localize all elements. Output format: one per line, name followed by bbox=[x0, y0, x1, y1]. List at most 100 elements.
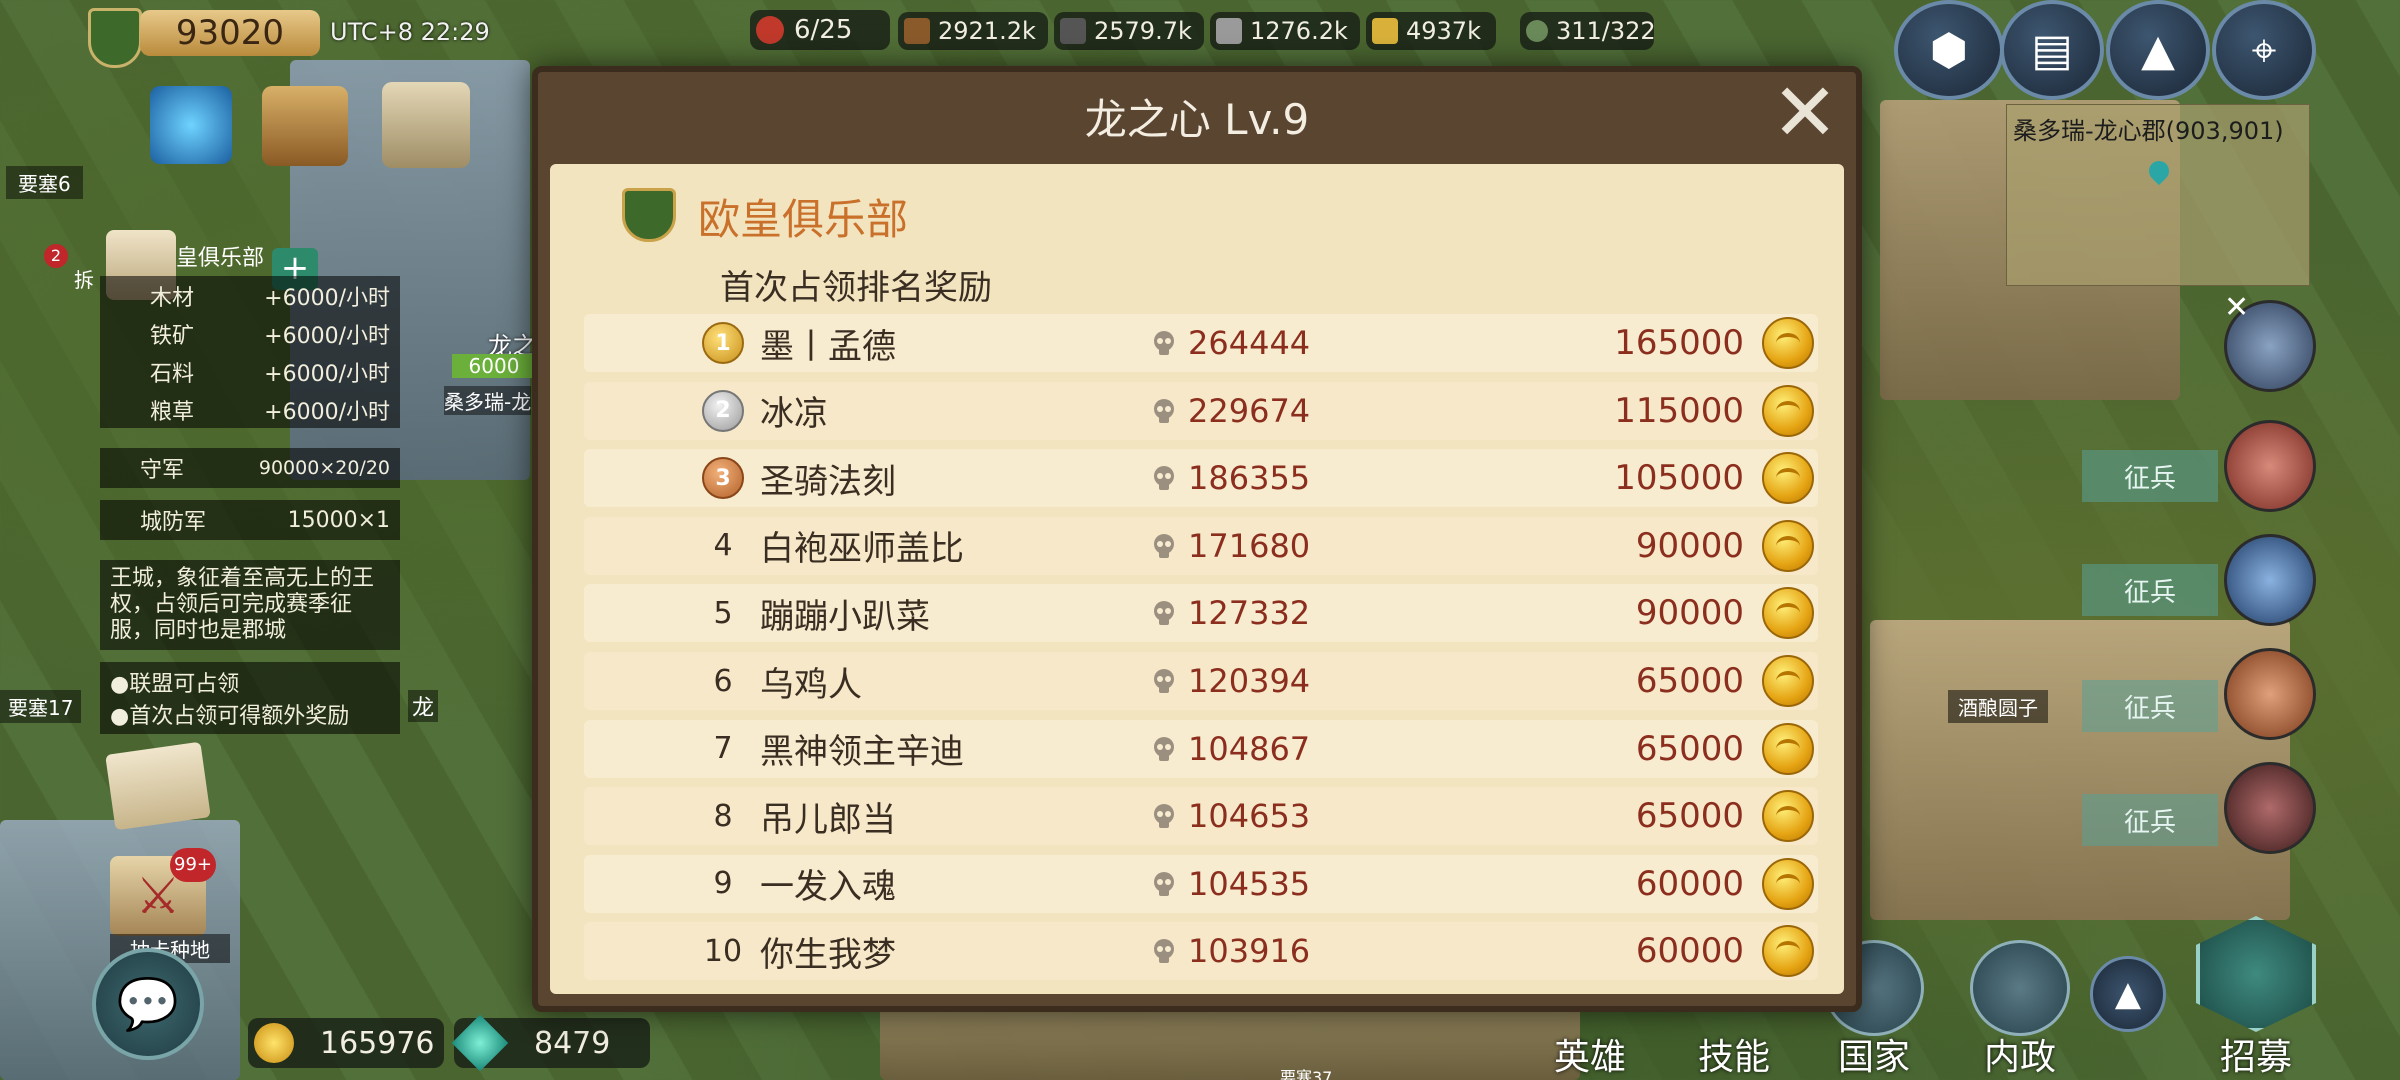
ranking-row[interactable]: 1 墨丨孟德 264444 165000 bbox=[584, 314, 1818, 372]
hero-portrait-3[interactable] bbox=[2224, 534, 2316, 626]
triangle-up-icon: ▲ bbox=[2141, 24, 2175, 76]
units-counter[interactable]: 311/322 bbox=[1520, 12, 1656, 50]
map-city-bar: 6000 bbox=[452, 354, 536, 378]
stone-counter[interactable]: 1276.2k bbox=[1210, 12, 1360, 50]
minimap[interactable]: 桑多瑞-龙心郡(903,901) bbox=[2006, 104, 2310, 286]
notice-board-icon[interactable] bbox=[382, 82, 470, 168]
ranking-row[interactable]: 6 乌鸡人 120394 65000 bbox=[584, 652, 1818, 710]
resource-row: 石料 +6000/小时 bbox=[100, 352, 400, 390]
reward-amount: 105000 bbox=[1614, 458, 1744, 499]
skull-icon bbox=[1154, 398, 1174, 423]
resource-row: 木材 +6000/小时 bbox=[100, 276, 400, 314]
resource-rate: +6000/小时 bbox=[264, 324, 390, 349]
gold-coin-icon bbox=[254, 1023, 294, 1063]
nav-label: 招募 bbox=[2219, 1037, 2292, 1078]
recruit-button[interactable]: 征兵 bbox=[2082, 564, 2218, 616]
hero-portrait-2[interactable] bbox=[2224, 420, 2316, 512]
ranking-row[interactable]: 9 一发入魂 104535 60000 bbox=[584, 854, 1818, 913]
player-emblem[interactable] bbox=[88, 8, 142, 68]
troops-counter[interactable]: 6/25 bbox=[750, 10, 890, 50]
ranking-subtitle: 首次占领排名奖励 bbox=[720, 268, 992, 308]
alliance-name: 欧皇俱乐部 bbox=[698, 195, 909, 244]
nav-label: 技能 bbox=[1697, 1037, 1770, 1078]
chat-button[interactable]: 💬 bbox=[92, 948, 204, 1060]
city-guard-label: 城防军 bbox=[140, 510, 207, 535]
garrison-value: 90000×20/20 bbox=[258, 457, 390, 479]
location-pin-icon: ⌖ bbox=[2251, 24, 2277, 76]
crystal-icon[interactable] bbox=[150, 86, 232, 164]
letter-icon[interactable] bbox=[105, 741, 211, 831]
skull-icon bbox=[1154, 533, 1174, 558]
iron-counter[interactable]: 2579.7k bbox=[1054, 12, 1204, 50]
cards-icon bbox=[2196, 916, 2316, 1032]
nav-recruit[interactable]: 招募 bbox=[2186, 916, 2326, 1080]
nav-expand-button[interactable]: ▲ bbox=[2090, 956, 2166, 1032]
ranking-row[interactable]: 5 蹦蹦小趴菜 127332 90000 bbox=[584, 584, 1818, 643]
skull-icon bbox=[1154, 466, 1174, 491]
ranking-row[interactable]: 4 白袍巫师盖比 171680 90000 bbox=[584, 516, 1818, 575]
resource-rate: +6000/小时 bbox=[264, 286, 390, 311]
recruit-button[interactable]: 征兵 bbox=[2082, 794, 2218, 846]
rank-number: 5 bbox=[713, 595, 733, 631]
resource-row: 粮草 +6000/小时 bbox=[100, 390, 400, 428]
troops-value: 6/25 bbox=[794, 15, 853, 45]
grain-value: 4937k bbox=[1406, 17, 1481, 45]
skull-icon bbox=[1154, 736, 1174, 761]
gem-counter[interactable]: 8479 bbox=[451, 1014, 650, 1072]
gold-counter[interactable]: 165976 bbox=[248, 1018, 444, 1068]
iron-icon bbox=[1060, 18, 1086, 44]
rank-number: 9 bbox=[713, 866, 733, 902]
notification-badge: 99+ bbox=[170, 848, 216, 882]
player-name: 乌鸡人 bbox=[760, 664, 862, 705]
city-notes: ●联盟可占领 ●首次占领可得额外奖励 bbox=[100, 662, 400, 734]
alliance-emblem-icon bbox=[622, 188, 676, 242]
nav-label: 英雄 bbox=[1553, 1037, 1626, 1078]
gem-icon bbox=[451, 1014, 509, 1072]
minimap-pin-icon bbox=[2144, 156, 2174, 186]
map-scroll-button[interactable]: ▤ bbox=[2000, 0, 2104, 100]
wood-counter[interactable]: 2921.2k bbox=[898, 12, 1048, 50]
kill-score: 104535 bbox=[1188, 864, 1311, 903]
ranking-row[interactable]: 10 你生我梦 103916 60000 bbox=[584, 922, 1818, 981]
kill-score: 264444 bbox=[1188, 324, 1311, 362]
city-guard-row: 城防军 15000×1 bbox=[100, 500, 400, 540]
reward-amount: 115000 bbox=[1614, 390, 1744, 431]
recruit-button[interactable]: 征兵 bbox=[2082, 680, 2218, 732]
close-button[interactable]: ✕ bbox=[1770, 73, 1840, 153]
modal-title: 龙之心 Lv.9 bbox=[1084, 94, 1310, 144]
ranking-row[interactable]: 2 冰凉 229674 115000 bbox=[584, 381, 1818, 440]
gold-coin-icon bbox=[1762, 587, 1814, 640]
reward-amount: 60000 bbox=[1635, 863, 1744, 904]
ranking-row[interactable]: 8 吊儿郎当 104653 65000 bbox=[584, 787, 1818, 846]
recruit-button[interactable]: 征兵 bbox=[2082, 450, 2218, 502]
grain-counter[interactable]: 4937k bbox=[1366, 12, 1496, 50]
hero-portrait-5[interactable] bbox=[2224, 762, 2316, 854]
grain-icon bbox=[1372, 18, 1398, 44]
stone-icon bbox=[1216, 18, 1242, 44]
resource-rate: +6000/小时 bbox=[264, 362, 390, 387]
collapse-up-button[interactable]: ▲ bbox=[2106, 0, 2210, 100]
guild-name: 皇俱乐部 bbox=[176, 246, 265, 271]
kill-score: 171680 bbox=[1188, 526, 1311, 565]
reward-amount: 65000 bbox=[1635, 796, 1744, 837]
gold-coin-icon bbox=[1762, 722, 1814, 775]
ranking-row[interactable]: 7 黑神领主辛迪 104867 65000 bbox=[584, 719, 1818, 778]
hero-portrait-4[interactable] bbox=[2224, 648, 2316, 740]
stone-value: 1276.2k bbox=[1250, 17, 1348, 45]
hex-grid-button[interactable]: ⬢ bbox=[1894, 0, 2004, 100]
resource-list: 木材 +6000/小时 铁矿 +6000/小时 石料 +6000/小时 粮草 +… bbox=[100, 276, 400, 428]
chat-bubble-icon: 💬 bbox=[116, 974, 180, 1033]
nav-internal[interactable]: 内政 bbox=[1960, 940, 2080, 1080]
ranking-row[interactable]: 3 圣骑法刻 186355 105000 bbox=[584, 449, 1818, 508]
nav-heroes[interactable]: 英雄 bbox=[1530, 1000, 1650, 1080]
rank-number: 1 bbox=[715, 330, 731, 356]
close-small-icon[interactable]: ✕ bbox=[2224, 290, 2249, 325]
treasure-chest-icon[interactable] bbox=[262, 86, 348, 166]
gold-value: 165976 bbox=[320, 1025, 435, 1061]
player-name: 黑神领主辛迪 bbox=[760, 732, 964, 773]
gold-coin-icon bbox=[1762, 857, 1814, 910]
location-button[interactable]: ⌖ bbox=[2212, 0, 2316, 100]
nav-skills[interactable]: 技能 bbox=[1674, 1000, 1794, 1080]
reward-amount: 165000 bbox=[1614, 323, 1744, 363]
rank-medal-icon: 3 bbox=[702, 457, 744, 500]
